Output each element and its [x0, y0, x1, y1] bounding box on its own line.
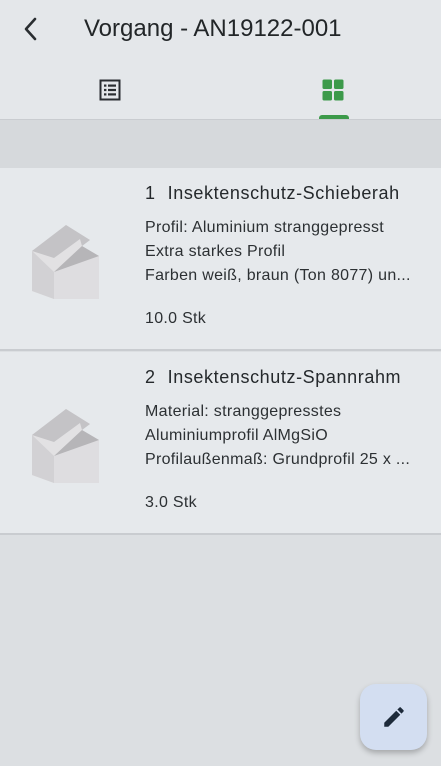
- item-quantity: 10.0 Stk: [145, 310, 207, 327]
- item-description: Material: stranggepresstes Aluminiumprof…: [145, 403, 411, 468]
- filter-bar: [0, 120, 441, 168]
- list-item[interactable]: 1 Insektenschutz-Schieberah Profil: Alumi…: [0, 168, 441, 351]
- grid-icon: [322, 79, 344, 100]
- tab-grid[interactable]: [223, 60, 441, 119]
- box-placeholder-icon: [32, 409, 99, 483]
- edit-fab-button[interactable]: [360, 684, 427, 750]
- active-tab-indicator: [319, 115, 349, 119]
- chevron-left-icon: [24, 17, 37, 41]
- back-button[interactable]: [12, 10, 50, 48]
- item-title: 2 Insektenschutz-Spannrahm: [145, 367, 402, 387]
- list-icon: [99, 79, 121, 100]
- app-bar: Vorgang - AN19122-001: [0, 0, 441, 120]
- tab-list[interactable]: [0, 60, 220, 119]
- list-item[interactable]: 2 Insektenschutz-Spannrahm Material: stra…: [0, 352, 441, 535]
- box-placeholder-icon: [32, 225, 99, 299]
- page-title: Vorgang - AN19122-001: [84, 15, 342, 42]
- pencil-icon: [383, 707, 404, 727]
- item-quantity: 3.0 Stk: [145, 494, 197, 511]
- item-title: 1 Insektenschutz-Schieberah: [145, 183, 400, 203]
- item-description: Profil: Aluminium stranggepresst Extra s…: [145, 219, 411, 284]
